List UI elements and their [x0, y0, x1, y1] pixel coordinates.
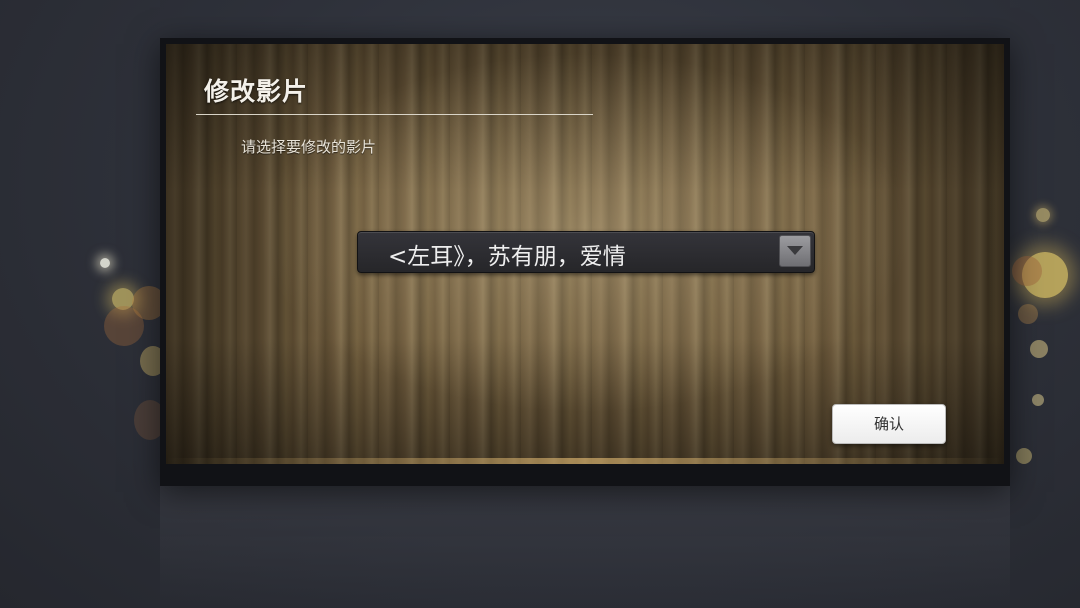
dialog-title: 修改影片: [204, 77, 309, 106]
triangle-down-icon: [787, 246, 803, 255]
bokeh-light: [1030, 340, 1048, 358]
bokeh-light: [1022, 252, 1068, 298]
bokeh-light: [112, 288, 134, 310]
dropdown-button[interactable]: [779, 235, 811, 267]
wood-panel: 修改影片 请选择要修改的影片 <左耳》，苏有朋，爱情 确认: [166, 44, 1004, 464]
bokeh-light: [104, 306, 144, 346]
bokeh-light: [100, 258, 110, 268]
bokeh-light: [1016, 448, 1032, 464]
movie-select-value: <左耳》，苏有朋，爱情: [388, 244, 626, 270]
movie-select[interactable]: <左耳》，苏有朋，爱情: [357, 231, 815, 273]
title-divider: [196, 114, 593, 115]
bokeh-light: [1032, 394, 1044, 406]
dialog-subtitle: 请选择要修改的影片: [241, 138, 377, 156]
bokeh-light: [1036, 208, 1050, 222]
bokeh-light: [1018, 304, 1038, 324]
dialog-reflection: [160, 486, 1010, 608]
edit-movie-dialog: 修改影片 请选择要修改的影片 <左耳》，苏有朋，爱情 确认: [160, 38, 1010, 486]
bokeh-light: [1012, 256, 1042, 286]
confirm-button[interactable]: 确认: [832, 404, 946, 444]
